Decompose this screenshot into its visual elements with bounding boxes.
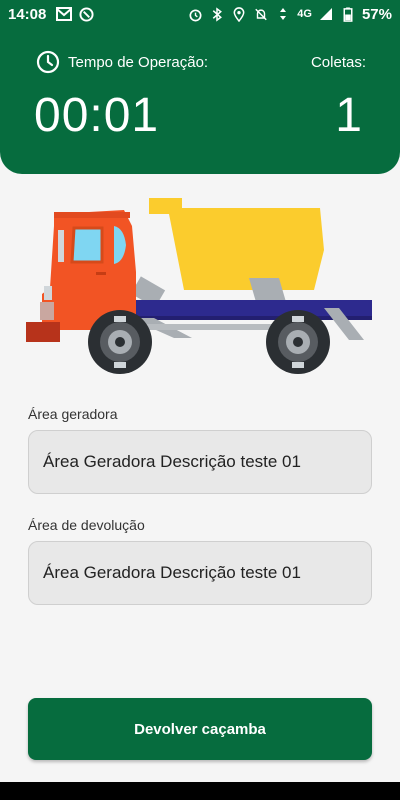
status-notification-icons: [56, 6, 94, 22]
return-area-field[interactable]: Área Geradora Descrição teste 01: [28, 541, 372, 605]
status-bar: 14:08 4G 57%: [0, 0, 400, 28]
battery-level: 57%: [361, 5, 392, 23]
sync-icon: [78, 6, 94, 22]
operation-header: Tempo de Operação: Coletas: 00:01 1: [0, 28, 400, 174]
status-time: 14:08: [8, 5, 47, 23]
collections-count: 1: [335, 89, 362, 142]
status-system-icons: 4G 57%: [187, 6, 392, 23]
generating-area-field[interactable]: Área Geradora Descrição teste 01: [28, 430, 372, 494]
network-type: 4G: [297, 8, 312, 20]
clock-icon: [36, 50, 60, 74]
data-transfer-icon: [275, 6, 291, 22]
location-icon: [231, 6, 247, 22]
generating-area-label: Área geradora: [28, 406, 118, 422]
operation-time-label: Tempo de Operação:: [68, 53, 209, 71]
bluetooth-icon: [209, 6, 225, 22]
timer-label-row: Tempo de Operação:: [36, 50, 208, 74]
alarm-icon: [187, 6, 203, 22]
return-area-label: Área de devolução: [28, 517, 145, 533]
dump-truck-illustration: [24, 190, 376, 382]
collections-label: Coletas:: [310, 54, 366, 71]
battery-icon: [340, 6, 356, 22]
operation-time-value: 00:01: [34, 89, 160, 142]
gmail-icon: [56, 6, 73, 22]
signal-icon: [318, 6, 334, 22]
return-container-button[interactable]: Devolver caçamba: [28, 698, 372, 760]
mute-icon: [253, 6, 269, 22]
navigation-bar: [0, 782, 400, 800]
